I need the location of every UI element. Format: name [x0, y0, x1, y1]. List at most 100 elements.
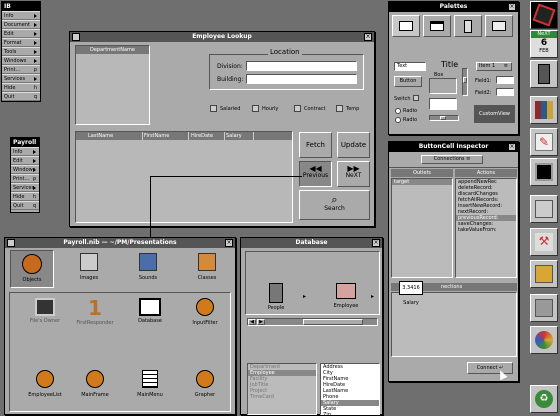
main-menu-item[interactable]: Quit q	[2, 92, 40, 101]
palette-title-label[interactable]: Title	[441, 60, 458, 69]
payroll-menu-item[interactable]: Print... p	[11, 174, 39, 183]
palette-tab-windows[interactable]	[423, 15, 451, 37]
palette-slider-vertical[interactable]	[462, 68, 468, 96]
inspector-titlebar[interactable]: ButtonCell Inspector	[389, 142, 518, 152]
employee-table[interactable]: LastName FirstName HireDate Salary	[75, 131, 293, 223]
department-column-header[interactable]: DepartmentName	[76, 46, 149, 54]
column-firstname[interactable]: FirstName	[144, 133, 169, 139]
close-icon[interactable]: ×	[364, 33, 372, 41]
column-hiredate[interactable]: HireDate	[191, 133, 213, 139]
palettes-close-icon[interactable]: ×	[508, 3, 516, 11]
palettes-titlebar[interactable]: Palettes	[389, 2, 518, 12]
tab-sounds[interactable]: Sounds	[126, 250, 170, 288]
main-menu-item[interactable]: Hide h	[2, 83, 40, 92]
input-filter-object[interactable]: InputFilter	[180, 296, 230, 336]
dock-preferences[interactable]	[530, 195, 558, 223]
employee-list-object[interactable]: EmployeeList	[20, 368, 70, 408]
connect-button[interactable]: Connect ↵	[467, 362, 513, 374]
actions-list[interactable]: appendNewRec deleteRecord: discardChanges f…	[455, 178, 517, 278]
miniaturize-icon[interactable]	[72, 33, 80, 41]
previous-button[interactable]: ◀◀ Previous	[299, 161, 332, 187]
salary-node[interactable]: 3.3416 Salary	[391, 281, 431, 313]
path-scroller[interactable]: ◀ ▶	[247, 318, 378, 326]
dock-recycler[interactable]: ♻	[530, 385, 558, 413]
palette-scrollview[interactable]	[429, 98, 457, 110]
dock-project-builder[interactable]	[530, 260, 558, 288]
dock-workspace-manager[interactable]	[530, 60, 558, 88]
tab-objects[interactable]: Objects	[10, 250, 54, 288]
palette-text-field[interactable]: Text	[394, 62, 426, 71]
database-close-icon[interactable]: ×	[372, 239, 380, 247]
column-salary[interactable]: Salary	[226, 133, 242, 139]
main-menu-item[interactable]: Document	[2, 20, 40, 29]
palette-tab-views[interactable]	[392, 15, 420, 37]
database-titlebar[interactable]: Database	[241, 238, 382, 248]
payroll-nib-miniaturize-icon[interactable]	[7, 239, 15, 247]
palette-button[interactable]: Button	[394, 76, 422, 87]
outlets-list[interactable]: target	[391, 178, 453, 278]
main-frame-object[interactable]: MainFrame	[70, 368, 120, 408]
dock-palette-app[interactable]	[530, 326, 558, 354]
palette-custom-view[interactable]: CustomView	[474, 105, 515, 123]
hourly-checkbox[interactable]	[252, 105, 259, 112]
palette-switch-label[interactable]: Switch	[394, 96, 411, 102]
tab-images[interactable]: Images	[67, 250, 111, 288]
action-item[interactable]: takeValueFrom:	[456, 227, 516, 233]
palette-item-popup[interactable]: Item 1 ≡	[476, 62, 512, 71]
payroll-menu-item[interactable]: Hide h	[11, 192, 39, 201]
database-object[interactable]: Database	[125, 296, 175, 336]
building-field[interactable]	[246, 74, 357, 84]
payroll-menu-item[interactable]: Info	[11, 147, 39, 156]
scroll-right-button[interactable]: ▶	[257, 319, 265, 325]
main-menu-item[interactable]: Info	[2, 11, 40, 20]
dock-edit[interactable]: ✎	[530, 128, 558, 156]
attribute-item[interactable]: Zip	[321, 412, 379, 416]
column-lastname[interactable]: LastName	[88, 133, 113, 139]
dock-terminal[interactable]	[530, 158, 558, 186]
payroll-menu-item[interactable]: Edit	[11, 156, 39, 165]
temp-checkbox[interactable]	[336, 105, 343, 112]
payroll-menu-item[interactable]: Windows	[11, 165, 39, 174]
search-button[interactable]: ⌕ Search	[299, 190, 370, 220]
main-menu-item[interactable]: Windows	[2, 56, 40, 65]
payroll-menu-item[interactable]: Services	[11, 183, 39, 192]
inspector-close-icon[interactable]: ×	[508, 143, 516, 151]
palette-tab-menus[interactable]	[454, 15, 482, 37]
main-menu-item[interactable]: Print... p	[2, 65, 40, 74]
first-responder-object[interactable]: 1 FirstResponder	[70, 296, 120, 336]
division-field[interactable]	[246, 61, 357, 71]
department-list[interactable]: DepartmentName	[75, 45, 150, 125]
palette-field1[interactable]	[496, 76, 514, 84]
dock-calendar[interactable]: NeXT 6 FEB	[530, 30, 558, 58]
scroll-knob[interactable]	[303, 319, 363, 325]
tab-classes[interactable]: Classes	[185, 250, 229, 288]
fetch-button[interactable]: Fetch	[299, 132, 332, 158]
palette-radio-2[interactable]	[395, 117, 401, 123]
scroll-left-button[interactable]: ◀	[248, 319, 256, 325]
palette-field2[interactable]	[496, 88, 514, 96]
palette-box[interactable]	[429, 78, 457, 94]
outlet-item[interactable]: target	[392, 179, 452, 185]
next-button[interactable]: ▶▶ NeXT	[337, 161, 370, 187]
entity-list[interactable]: Department Employee Facility JobTitle Projec…	[247, 363, 317, 415]
main-menu-item[interactable]: Services	[2, 74, 40, 83]
palette-tab-browsers[interactable]	[485, 15, 513, 37]
main-menu-item[interactable]: Tools	[2, 47, 40, 56]
main-menu-object[interactable]: MainMenu	[125, 368, 175, 408]
payroll-menu-item[interactable]: Quit q	[11, 201, 39, 210]
employee-lookup-titlebar[interactable]: Employee Lookup	[70, 32, 374, 42]
dock-interface-builder[interactable]: ⚒	[530, 228, 558, 256]
salaried-checkbox[interactable]	[210, 105, 217, 112]
employee-node[interactable]: Employee	[326, 283, 366, 313]
dock-books[interactable]	[530, 96, 558, 124]
main-menu-item[interactable]: Format	[2, 38, 40, 47]
people-node[interactable]: People	[261, 283, 291, 313]
palette-slider-horizontal[interactable]	[429, 115, 459, 121]
main-menu-item[interactable]: Edit	[2, 29, 40, 38]
entity-item[interactable]: TimeCard	[248, 394, 316, 400]
contract-checkbox[interactable]	[294, 105, 301, 112]
palette-switch[interactable]	[413, 95, 419, 101]
palette-radio-1[interactable]	[395, 108, 401, 114]
payroll-nib-close-icon[interactable]: ×	[225, 239, 233, 247]
dock-utility[interactable]	[530, 294, 558, 322]
